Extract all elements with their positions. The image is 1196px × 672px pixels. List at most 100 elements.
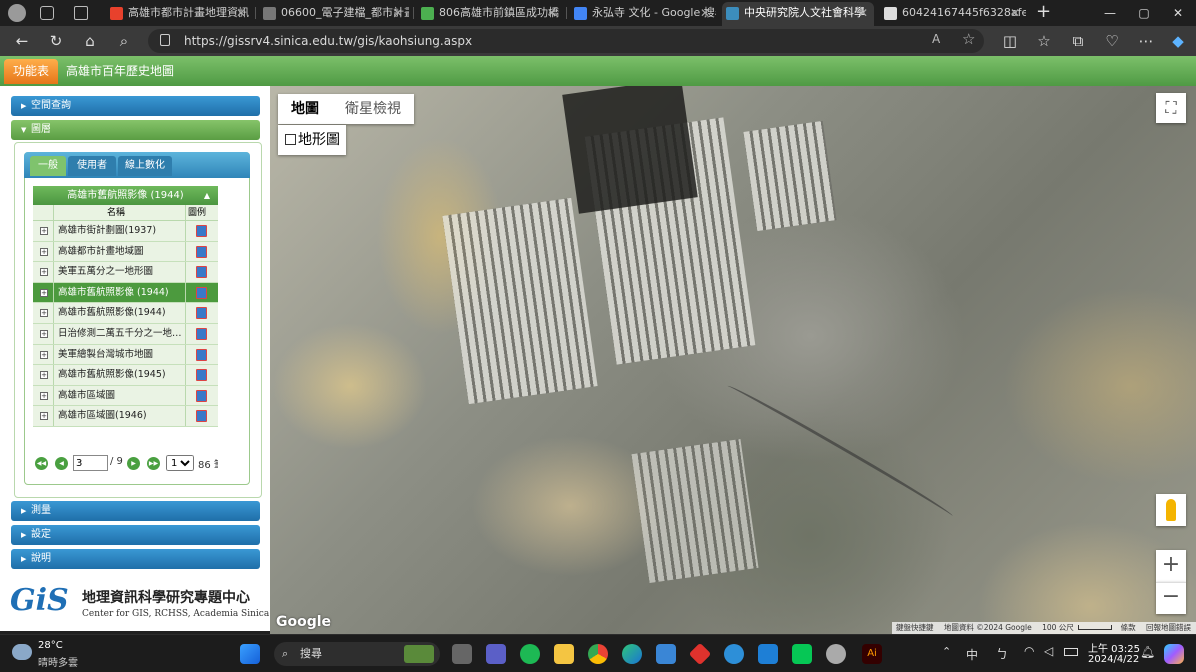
pegman-streetview-icon[interactable] — [1156, 494, 1186, 526]
prev-page-icon[interactable]: ◀ — [55, 457, 68, 470]
split-screen-icon[interactable]: ◫ — [1000, 31, 1020, 51]
page-size-select[interactable]: 10 — [166, 455, 194, 471]
tab-2[interactable]: 806高雄市前鎮區成功橋 ✕ — [417, 2, 563, 26]
report-error-link[interactable]: 回報地圖錯誤 — [1146, 623, 1191, 632]
expand-plus-icon[interactable]: + — [40, 309, 48, 318]
tab-online-digitize[interactable]: 線上數化 — [118, 156, 172, 176]
legend-icon[interactable] — [196, 307, 207, 320]
section-layers[interactable]: ▼ 圖層 — [11, 120, 260, 140]
store-icon[interactable] — [656, 644, 676, 664]
maximize-icon[interactable]: ▢ — [1126, 0, 1162, 26]
app-red-icon[interactable] — [688, 642, 712, 666]
expand-plus-icon[interactable]: + — [40, 350, 48, 359]
close-tab-icon[interactable]: ✕ — [858, 2, 868, 24]
lock-icon[interactable] — [160, 34, 170, 46]
read-aloud-icon[interactable]: A — [932, 32, 940, 46]
ime-indicator[interactable]: 中 — [966, 646, 978, 663]
close-tab-icon[interactable]: ✕ — [547, 2, 557, 24]
layer-row[interactable]: + 高雄市區域圖 — [33, 385, 218, 407]
tab-4-active[interactable]: 中央研究院人文社會科學 ✕ — [722, 2, 874, 26]
tab-5[interactable]: 60424167445f6328afe8a ✕ — [880, 2, 1026, 26]
expand-plus-icon[interactable]: + — [40, 412, 48, 421]
expand-plus-icon[interactable]: + — [40, 268, 48, 277]
expand-plus-icon[interactable]: + — [40, 227, 48, 235]
close-tab-icon[interactable]: ✕ — [700, 2, 710, 24]
file-explorer-icon[interactable] — [554, 644, 574, 664]
close-tab-icon[interactable]: ✕ — [393, 2, 403, 24]
home-icon[interactable]: ⌂ — [80, 31, 100, 51]
layer-row[interactable]: + 高雄市舊航照影像(1944) — [33, 303, 218, 324]
layer-row[interactable]: + 高雄市舊航照影像 (1944) — [33, 282, 218, 304]
layer-row[interactable]: + 日治修測二萬五千分之一地形圖 — [33, 323, 218, 345]
scale-text[interactable]: 100 公尺 — [1042, 623, 1074, 632]
terrain-checkbox[interactable]: 地形圖 — [278, 125, 346, 155]
tab-actions-icon[interactable] — [74, 6, 88, 20]
map-type-satellite-button[interactable]: 衛星檢視 — [332, 94, 414, 124]
more-menu-icon[interactable]: ⋯ — [1136, 31, 1156, 51]
zoom-in-button[interactable]: + — [1156, 550, 1186, 582]
layer-row[interactable]: + 高雄都市計畫地域圖 — [33, 241, 218, 263]
line-icon[interactable] — [792, 644, 812, 664]
legend-icon[interactable] — [196, 266, 207, 279]
notification-icon[interactable]: 🔔︎ — [1140, 645, 1155, 659]
expand-plus-icon[interactable]: + — [40, 391, 48, 400]
legend-icon[interactable] — [196, 286, 207, 299]
expand-plus-icon[interactable]: + — [40, 288, 48, 297]
favorites-icon[interactable]: ☆ — [1034, 31, 1054, 51]
illustrator-icon[interactable]: Ai — [862, 644, 882, 664]
taskbar-search[interactable]: ⌕ 搜尋 — [274, 642, 440, 666]
ime-mode-icon[interactable]: ㄅ — [996, 645, 1008, 662]
section-spatial-query[interactable]: ▶ 空間查詢 — [11, 96, 260, 116]
expand-plus-icon[interactable]: + — [40, 247, 48, 256]
legend-icon[interactable] — [196, 225, 207, 237]
close-tab-icon[interactable]: ✕ — [1010, 2, 1020, 24]
fullscreen-button[interactable]: ⛶ — [1156, 93, 1186, 123]
profile-avatar[interactable] — [8, 4, 26, 22]
tab-3[interactable]: 永弘寺 文化 - Google 搜尋 ✕ — [570, 2, 716, 26]
minimize-icon[interactable]: — — [1092, 0, 1128, 26]
tab-user[interactable]: 使用者 — [68, 156, 116, 176]
chrome-icon[interactable] — [588, 644, 608, 664]
browser-essentials-icon[interactable]: ♡ — [1102, 31, 1122, 51]
layer-row[interactable]: + 高雄市舊航照影像(1945) — [33, 365, 218, 386]
collections-icon[interactable]: ⧉ — [1068, 31, 1088, 51]
section-settings[interactable]: ▶ 設定 — [11, 525, 260, 545]
tab-0[interactable]: 高雄市都市計畫地理資訊 ✕ — [106, 2, 252, 26]
task-view-icon[interactable] — [452, 644, 472, 664]
menu-button[interactable]: 功能表 — [4, 59, 58, 84]
last-page-icon[interactable]: ▶▶ — [147, 457, 160, 470]
layer-row[interactable]: + 高雄市街計劃圖(1937) — [33, 221, 218, 242]
close-tab-icon[interactable]: ✕ — [236, 2, 246, 24]
section-measure[interactable]: ▶ 測量 — [11, 501, 260, 521]
weather-icon[interactable] — [12, 644, 32, 660]
keyboard-shortcuts-link[interactable]: 鍵盤快捷鍵 — [896, 623, 934, 632]
spotify-icon[interactable] — [520, 644, 540, 664]
search-icon[interactable]: ⌕ — [114, 31, 134, 51]
tab-1[interactable]: 06600_電子建檔_都市計畫 ✕ — [259, 2, 409, 26]
clock-date[interactable]: 2024/4/22 — [1088, 654, 1139, 665]
favorite-star-icon[interactable]: ☆ — [962, 30, 975, 48]
legend-icon[interactable] — [196, 327, 207, 340]
layer-row[interactable]: + 美軍繪製台灣城市地圖 — [33, 344, 218, 366]
volume-icon[interactable]: ◁ — [1044, 644, 1053, 658]
expand-plus-icon[interactable]: + — [40, 329, 48, 338]
checkbox-icon[interactable] — [285, 134, 296, 145]
layer-row[interactable]: + 美軍五萬分之一地形圖 — [33, 262, 218, 283]
new-tab-button[interactable]: + — [1036, 1, 1051, 22]
layer-row[interactable]: + 高雄市區域圖(1946) — [33, 406, 218, 427]
start-icon[interactable] — [240, 644, 260, 664]
first-page-icon[interactable]: ◀◀ — [35, 457, 48, 470]
show-hidden-icons[interactable]: ⌃ — [942, 645, 951, 658]
next-page-icon[interactable]: ▶ — [127, 457, 140, 470]
clock-time[interactable]: 上午 03:25 — [1088, 640, 1140, 655]
copilot-icon[interactable]: ◆ — [1168, 31, 1188, 51]
back-icon[interactable]: ← — [12, 31, 32, 51]
legend-icon[interactable] — [196, 348, 207, 361]
legend-icon[interactable] — [196, 369, 207, 382]
edge-icon[interactable] — [622, 644, 642, 664]
legend-icon[interactable] — [196, 245, 207, 258]
wifi-icon[interactable]: ◠ — [1024, 644, 1034, 658]
collapse-icon[interactable]: ▲ — [204, 186, 210, 205]
terms-link[interactable]: 條款 — [1121, 623, 1136, 632]
mail-icon[interactable] — [758, 644, 778, 664]
